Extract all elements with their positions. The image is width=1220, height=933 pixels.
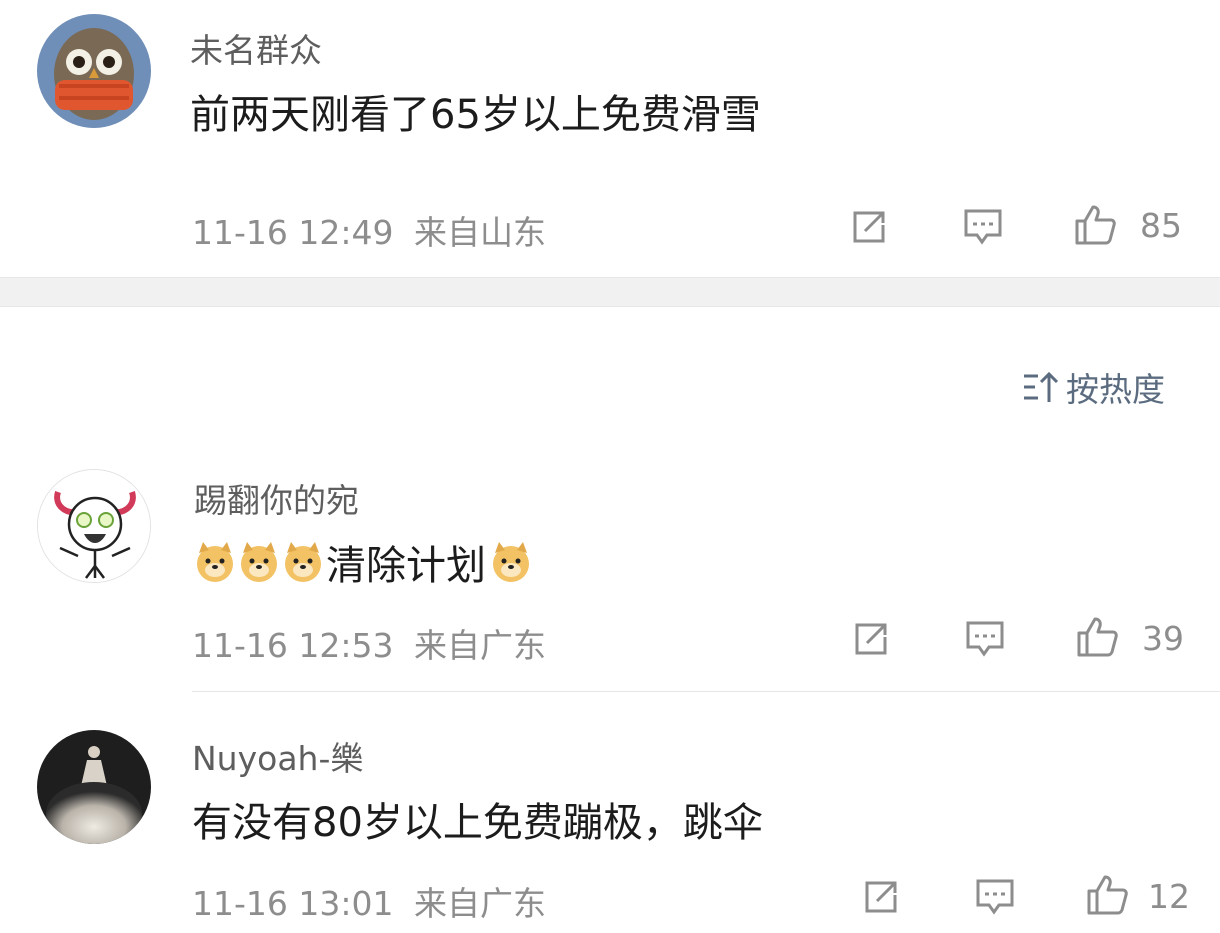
comment-icon	[976, 879, 1014, 915]
share-icon	[855, 623, 887, 655]
avatar[interactable]	[37, 14, 151, 128]
comment-content: 清除计划	[194, 533, 534, 591]
comment-meta: 11-16 13:01 来自广东	[192, 877, 546, 925]
like-button[interactable]	[1072, 202, 1118, 248]
comment-location: 来自广东	[413, 626, 546, 665]
comment-location: 来自广东	[413, 884, 546, 923]
comment-icon	[964, 209, 1002, 245]
comment-username[interactable]: 踢翻你的宛	[194, 474, 359, 522]
doge-emoji-icon	[241, 542, 277, 582]
share-icon	[853, 211, 885, 243]
avatar[interactable]	[37, 730, 151, 844]
reply-button[interactable]	[960, 204, 1006, 250]
comment-meta: 11-16 12:49 来自山东	[192, 206, 546, 254]
like-count: 12	[1148, 877, 1190, 916]
comment-text: 有没有80岁以上免费蹦极，跳伞	[192, 800, 763, 846]
comment-location: 来自山东	[413, 213, 546, 252]
avatar[interactable]	[37, 469, 151, 583]
comment-content: 前两天刚看了65岁以上免费滑雪	[190, 82, 761, 140]
share-button[interactable]	[858, 874, 904, 920]
comment-timestamp: 11-16 13:01	[192, 884, 394, 923]
comment-timestamp: 11-16 12:53	[192, 626, 394, 665]
comment-content: 有没有80岁以上免费蹦极，跳伞	[192, 790, 763, 848]
like-button[interactable]	[1084, 872, 1130, 918]
share-button[interactable]	[848, 616, 894, 662]
share-button[interactable]	[846, 204, 892, 250]
like-icon	[1077, 617, 1118, 657]
sort-label: 按热度	[1066, 370, 1165, 409]
like-count: 85	[1140, 206, 1182, 245]
doge-emoji-icon	[493, 542, 529, 582]
sort-by-hot-toggle[interactable]: 按热度	[1022, 364, 1165, 410]
like-icon	[1075, 205, 1116, 245]
share-icon	[865, 881, 897, 913]
doge-emoji-icon	[285, 542, 321, 582]
comment-feed: 未名群众 前两天刚看了65岁以上免费滑雪 11-16 12:49 来自山东 85	[0, 0, 1220, 933]
comment-meta: 11-16 12:53 来自广东	[192, 619, 546, 667]
sort-icon	[1024, 371, 1059, 402]
section-separator	[0, 277, 1220, 307]
comment-divider	[192, 691, 1220, 692]
comment-text: 前两天刚看了65岁以上免费滑雪	[190, 92, 761, 138]
reply-button[interactable]	[962, 616, 1008, 662]
comment-username[interactable]: 未名群众	[190, 24, 322, 72]
like-button[interactable]	[1074, 614, 1120, 660]
comment-timestamp: 11-16 12:49	[192, 213, 394, 252]
comment-icon	[966, 621, 1004, 657]
comment-text: 清除计划	[326, 543, 486, 589]
doge-emoji-icon	[197, 542, 233, 582]
comment-username[interactable]: Nuyoah-樂	[192, 732, 363, 780]
reply-button[interactable]	[972, 874, 1018, 920]
like-count: 39	[1142, 619, 1184, 658]
like-icon	[1087, 875, 1128, 915]
